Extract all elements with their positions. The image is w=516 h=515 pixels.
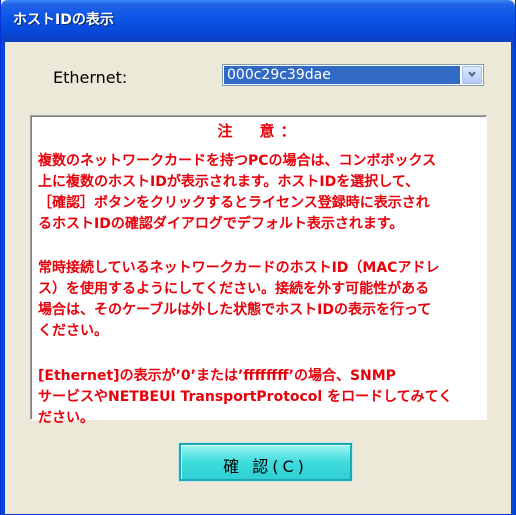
ethernet-select[interactable]: 000c29c39dae [222, 64, 484, 86]
notice-title: 注 意： [217, 122, 302, 140]
title-bar[interactable]: ホストIDの表示 [1, 0, 515, 42]
notice-line: サービスやNETBEUI TransportProtocol をロードしてみてく [38, 389, 453, 405]
notice-paragraph-2: 常時接続しているネットワークカードのホストID（MACアドレ ス）を使用するよう… [38, 258, 484, 342]
confirm-button-label: 確 認(C) [223, 457, 308, 476]
notice-box: 注 意： 複数のネットワークカードを持つPCの場合は、コンボボックス 上に複数の… [30, 115, 487, 426]
window-title: ホストIDの表示 [13, 12, 114, 28]
window-border-left [1, 42, 5, 515]
notice-paragraph-1: 複数のネットワークカードを持つPCの場合は、コンボボックス 上に複数のホストID… [38, 151, 484, 235]
chevron-down-icon [468, 71, 476, 78]
notice-line: 複数のネットワークカードを持つPCの場合は、コンボボックス [38, 153, 437, 169]
notice-line: 上に複数のホストIDが表示されます。ホストIDを選択して、 [38, 174, 420, 190]
ethernet-select-value[interactable]: 000c29c39dae [224, 66, 460, 84]
notice-line: 場合は、そのケーブルは外した状態でホストIDの表示を行って [38, 302, 432, 318]
notice-line: るホストIDの確認ダイアログでデフォルト表示されます。 [38, 216, 404, 232]
dropdown-button[interactable] [462, 66, 482, 84]
notice-paragraph-3: [Ethernet]の表示が’0’または’ffffffff’の場合、SNMP サ… [38, 366, 484, 429]
notice-line: 常時接続しているネットワークカードのホストID（MACアドレ [38, 260, 440, 276]
notice-line: ください。 [38, 323, 108, 339]
notice-line: [Ethernet]の表示が’0’または’ffffffff’の場合、SNMP [38, 368, 396, 384]
notice-line: ス）を使用するようにしてください。接続を外す可能性がある [38, 281, 430, 297]
notice-line: ［確認］ボタンをクリックするとライセンス登録時に表示され [38, 195, 430, 211]
confirm-button[interactable]: 確 認(C) [179, 443, 352, 481]
notice-line: ださい。 [38, 410, 94, 426]
window-border-right [511, 42, 515, 515]
host-id-dialog: ホストIDの表示 Ethernet: 000c29c39dae 注 意： 複数の… [0, 0, 516, 515]
ethernet-label: Ethernet: [53, 68, 128, 87]
